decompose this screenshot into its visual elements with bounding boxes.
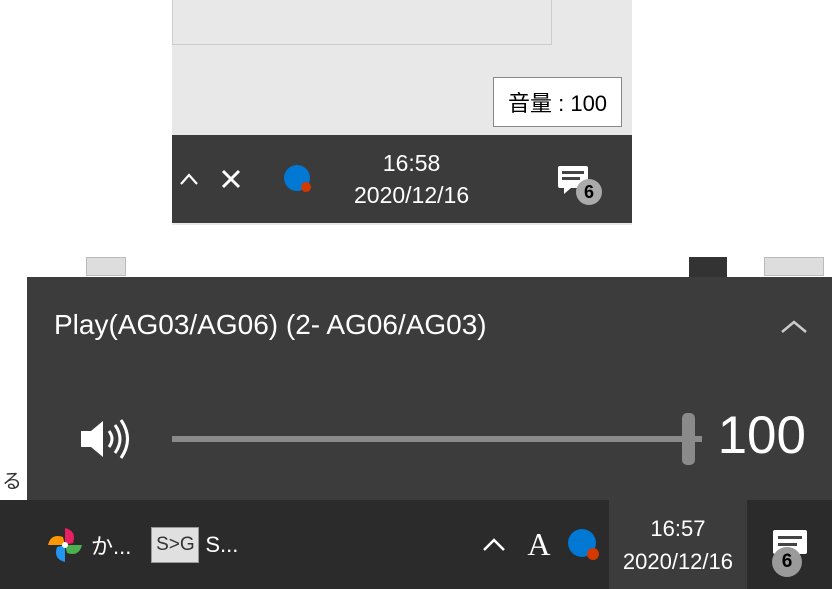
partial-textbox [172, 0, 552, 45]
volume-tooltip: 音量 : 100 [493, 77, 622, 127]
chevron-up-icon [779, 318, 809, 336]
clock-small[interactable]: 16:58 2020/12/16 [354, 147, 469, 211]
taskbar-app-2[interactable]: S>G S... [141, 500, 248, 589]
time-small: 16:58 [354, 147, 469, 179]
time: 16:57 [650, 512, 705, 545]
taskbar-app-2-label: S... [205, 532, 238, 558]
partial-button-2[interactable] [764, 257, 824, 276]
slider-fill [172, 436, 702, 442]
date: 2020/12/16 [623, 545, 733, 578]
clock[interactable]: 16:57 2020/12/16 [609, 500, 747, 589]
taskbar: か... S>G S... A 16:57 2020/12/16 [0, 500, 832, 589]
volume-value: 100 [718, 405, 806, 466]
assistant-icon[interactable] [282, 163, 314, 195]
small-taskbar: 16:58 2020/12/16 6 [172, 135, 632, 223]
taskbar-app-1-label: か... [91, 529, 131, 561]
partial-button-1[interactable] [86, 257, 126, 276]
taskbar-app-1[interactable]: か... [35, 500, 141, 589]
tray-overflow-icon[interactable] [175, 165, 203, 193]
speaker-icon [77, 415, 135, 463]
collapse-button[interactable] [776, 309, 812, 345]
system-tray: A 16:57 2020/12/16 6 [469, 500, 832, 589]
chevron-up-icon [179, 172, 199, 186]
screen-to-gif-icon: S>G [151, 527, 199, 563]
date-small: 2020/12/16 [354, 179, 469, 211]
assistant-bubble-icon [282, 163, 314, 195]
ime-indicator[interactable]: A [519, 500, 559, 589]
chevron-up-icon [481, 536, 507, 554]
audio-device-name: Play(AG03/AG06) (2- AG06/AG03) [54, 309, 487, 341]
assistant-bubble-icon [566, 527, 602, 563]
notification-badge-small: 6 [576, 179, 602, 205]
speaker-button[interactable] [77, 415, 135, 463]
volume-slider[interactable] [172, 436, 702, 442]
action-center[interactable]: 6 [747, 500, 832, 589]
tray-overflow-button[interactable] [469, 500, 519, 589]
close-button[interactable] [215, 163, 247, 195]
close-icon [219, 167, 243, 191]
partial-dropdown[interactable] [689, 257, 727, 279]
partial-text: る [0, 463, 24, 496]
notification-badge: 6 [772, 547, 802, 577]
pinwheel-icon [45, 525, 85, 565]
assistant-tray-icon[interactable] [559, 500, 609, 589]
volume-slider-thumb[interactable] [682, 413, 695, 465]
volume-flyout: Play(AG03/AG06) (2- AG06/AG03) 100 [27, 277, 832, 500]
